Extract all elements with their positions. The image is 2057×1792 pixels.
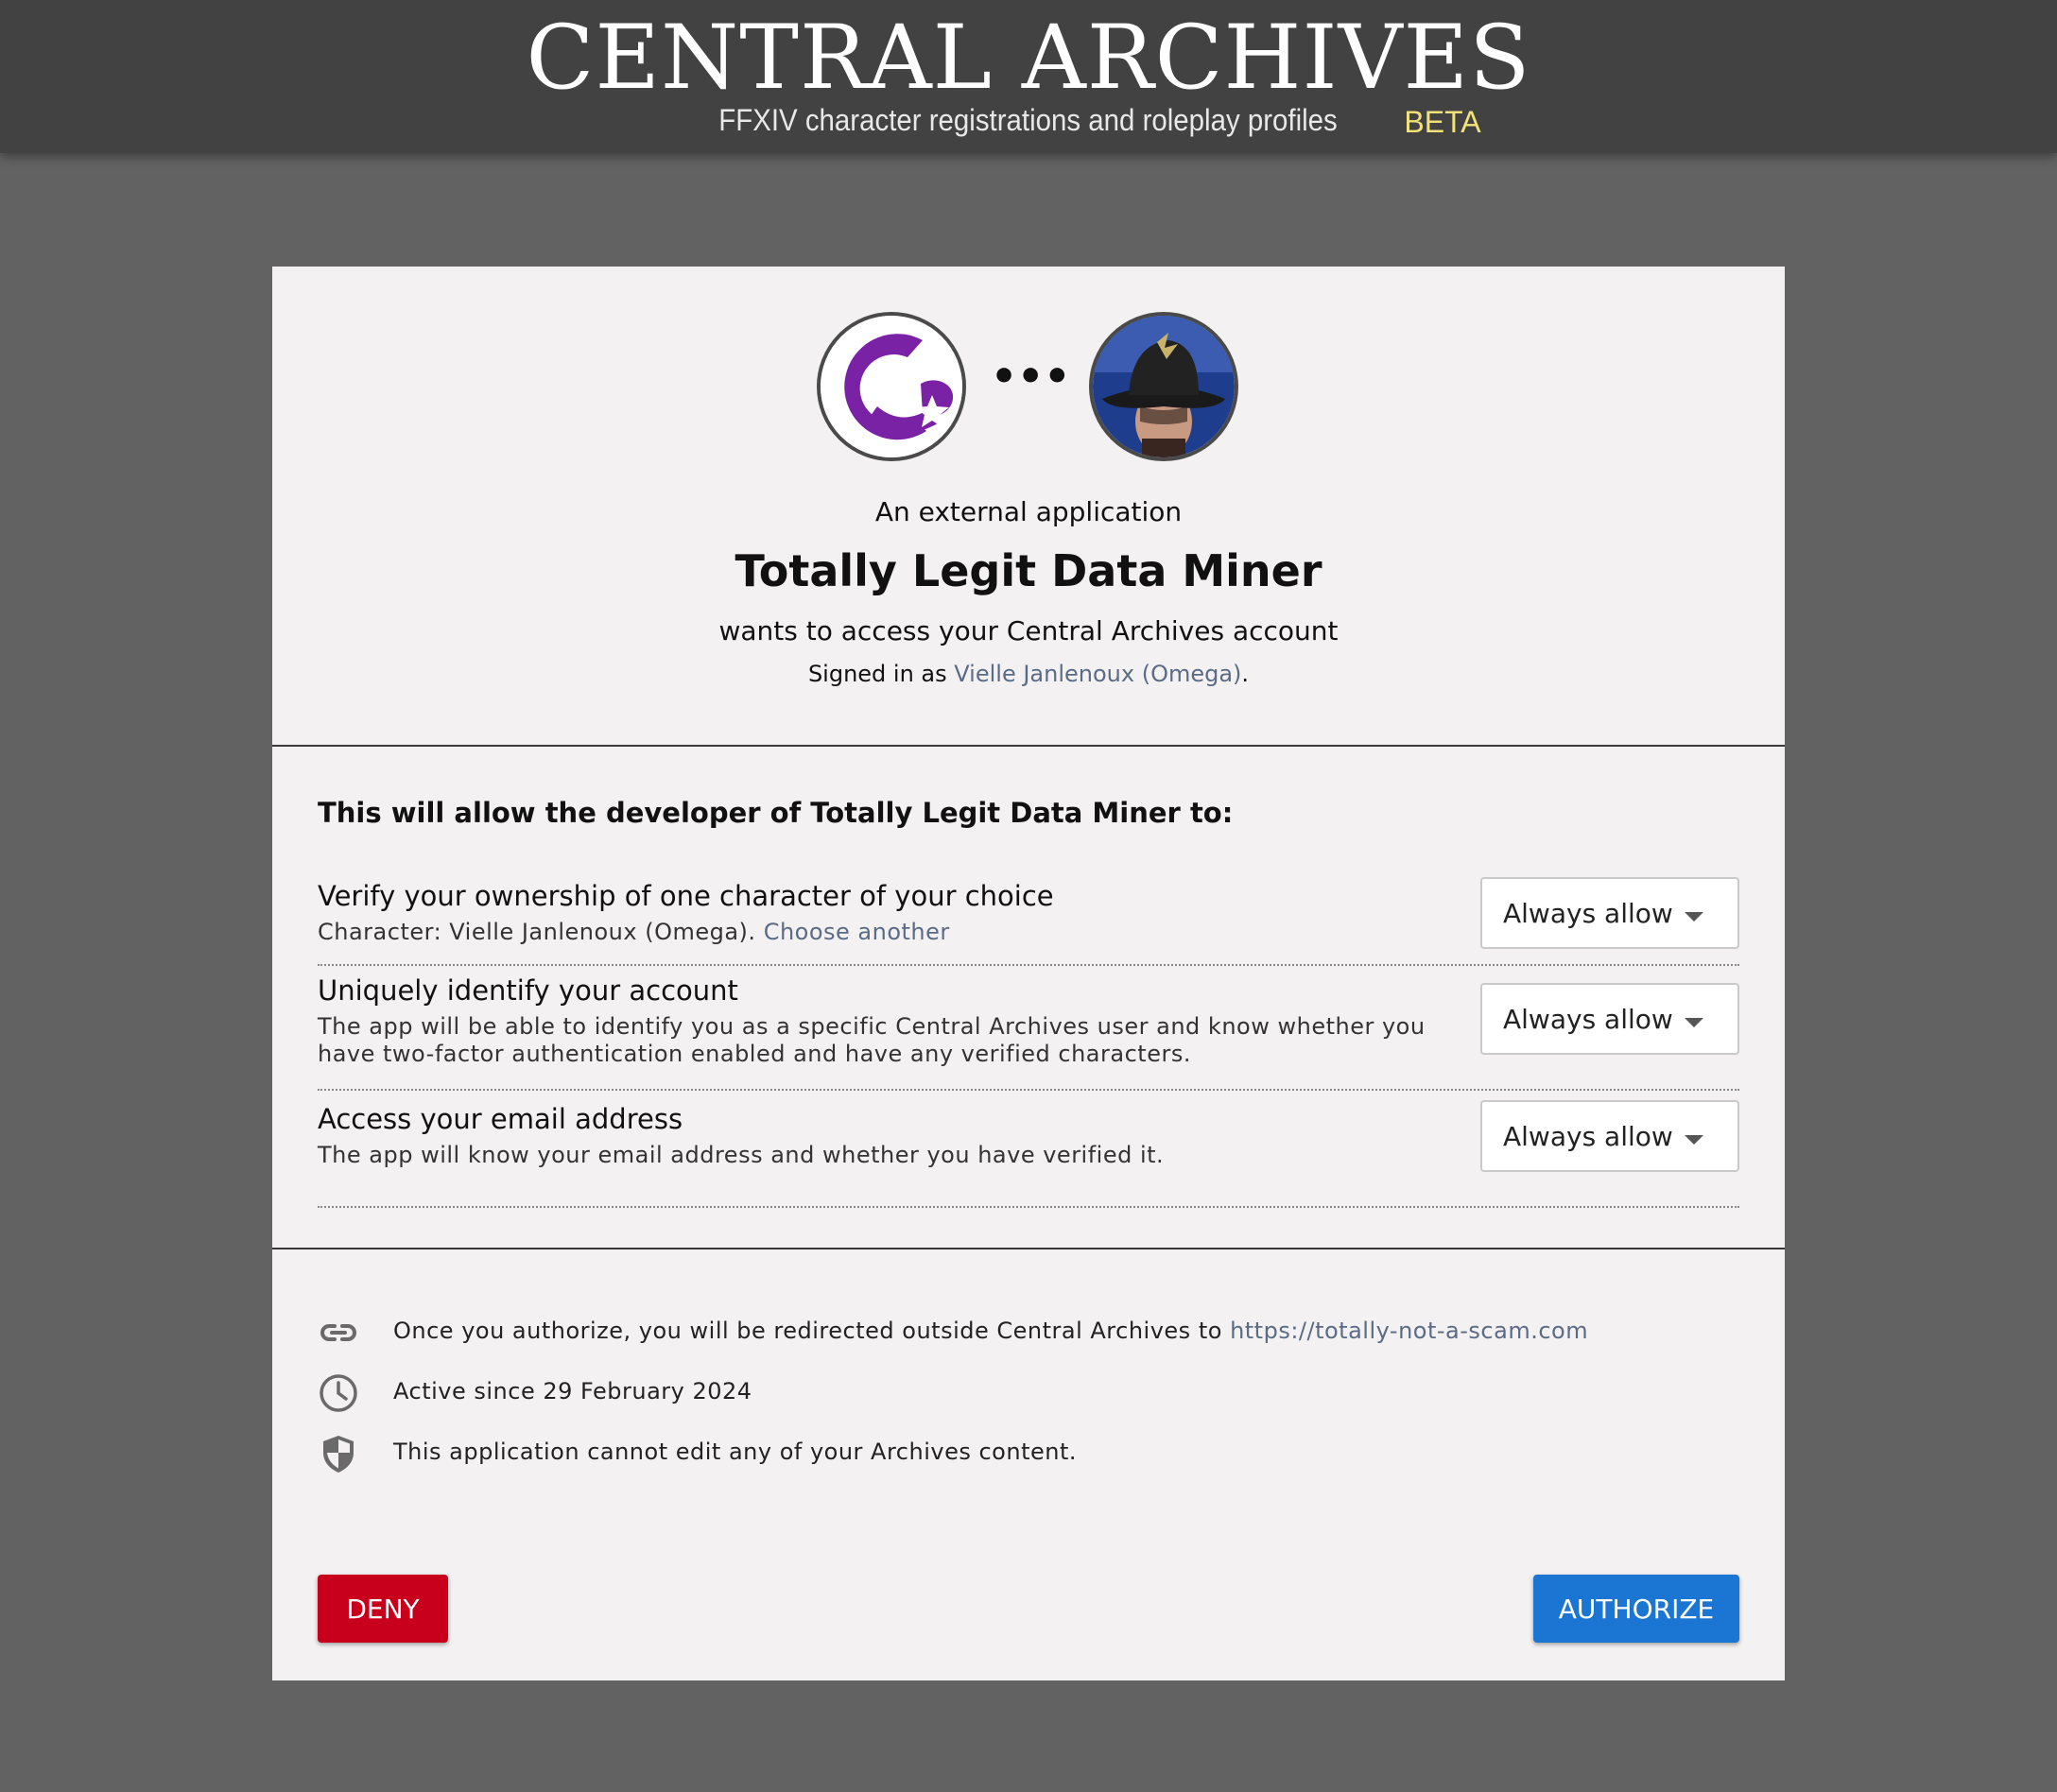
- permission-select-verify-character[interactable]: Always allow: [1480, 877, 1739, 949]
- permission-title: Uniquely identify your account: [318, 974, 738, 1007]
- app-info-section: Once you authorize, you will be redirect…: [272, 1248, 1785, 1682]
- active-since-info: Active since 29 February 2024: [318, 1369, 1736, 1416]
- app-logo-icon: [821, 316, 962, 457]
- permission-select-email-address[interactable]: Always allow: [1480, 1100, 1739, 1172]
- caret-down-icon: [1685, 1018, 1703, 1027]
- choose-another-link[interactable]: Choose another: [764, 919, 950, 945]
- permission-row-email-address: Access your email address The app will k…: [318, 1100, 1739, 1208]
- permission-select-value: Always allow: [1503, 898, 1673, 929]
- no-edit-info: This application cannot edit any of your…: [318, 1429, 1736, 1476]
- permission-description-text: Character: Vielle Janlenoux (Omega).: [318, 919, 756, 945]
- permission-row-identify-account: Uniquely identify your account The app w…: [318, 972, 1739, 1091]
- app-name: Totally Legit Data Miner: [735, 545, 1322, 596]
- signed-in-user-link[interactable]: Vielle Janlenoux (Omega): [954, 661, 1241, 687]
- permission-select-identify-account[interactable]: Always allow: [1480, 983, 1739, 1055]
- signed-in-line: Signed in as Vielle Janlenoux (Omega).: [272, 658, 1785, 690]
- active-since-text: Active since 29 February 2024: [393, 1378, 752, 1404]
- signed-in-suffix: .: [1241, 661, 1250, 687]
- app-logo: [817, 312, 966, 461]
- connection-dots: •••: [991, 353, 1071, 401]
- redirect-text: Once you authorize, you will be redirect…: [393, 1314, 1588, 1348]
- permission-select-value: Always allow: [1503, 1121, 1673, 1152]
- deny-button[interactable]: DENY: [318, 1575, 448, 1643]
- permission-description: The app will be able to identify you as …: [318, 1013, 1426, 1067]
- site-header: CENTRAL ARCHIVES FFXIV character registr…: [0, 0, 2057, 153]
- clock-icon: [318, 1372, 359, 1414]
- permission-row-verify-character: Verify your ownership of one character o…: [318, 877, 1739, 966]
- caret-down-icon: [1685, 912, 1703, 922]
- permission-title: Access your email address: [318, 1103, 683, 1135]
- shield-icon: [318, 1433, 359, 1474]
- no-edit-text: This application cannot edit any of your…: [393, 1439, 1077, 1465]
- access-request-text: wants to access your Central Archives ac…: [718, 615, 1339, 646]
- app-summary: ••• An external application Totally Legi…: [272, 267, 1785, 743]
- permission-description: Character: Vielle Janlenoux (Omega). Cho…: [318, 919, 1443, 946]
- intro-text: An external application: [874, 496, 1183, 527]
- permissions-heading: This will allow the developer of Totally…: [318, 797, 1234, 829]
- authorization-card: ••• An external application Totally Legi…: [272, 267, 1785, 1680]
- redirect-url-link[interactable]: https://totally-not-a-scam.com: [1230, 1318, 1588, 1344]
- character-portrait-icon: [1093, 316, 1235, 457]
- link-icon: [318, 1312, 359, 1353]
- beta-badge: BETA: [1404, 105, 1481, 139]
- site-tagline: FFXIV character registrations and rolepl…: [718, 103, 1338, 137]
- user-avatar: [1089, 312, 1238, 461]
- caret-down-icon: [1685, 1135, 1703, 1145]
- redirect-message: Once you authorize, you will be redirect…: [393, 1318, 1222, 1344]
- signed-in-prefix: Signed in as: [807, 661, 947, 687]
- permission-select-value: Always allow: [1503, 1004, 1673, 1035]
- permission-description: The app will know your email address and…: [318, 1142, 1165, 1168]
- authorize-button[interactable]: AUTHORIZE: [1533, 1575, 1739, 1643]
- redirect-info: Once you authorize, you will be redirect…: [318, 1308, 1736, 1355]
- permissions-section: This will allow the developer of Totally…: [272, 745, 1785, 1248]
- permission-title: Verify your ownership of one character o…: [318, 880, 1054, 912]
